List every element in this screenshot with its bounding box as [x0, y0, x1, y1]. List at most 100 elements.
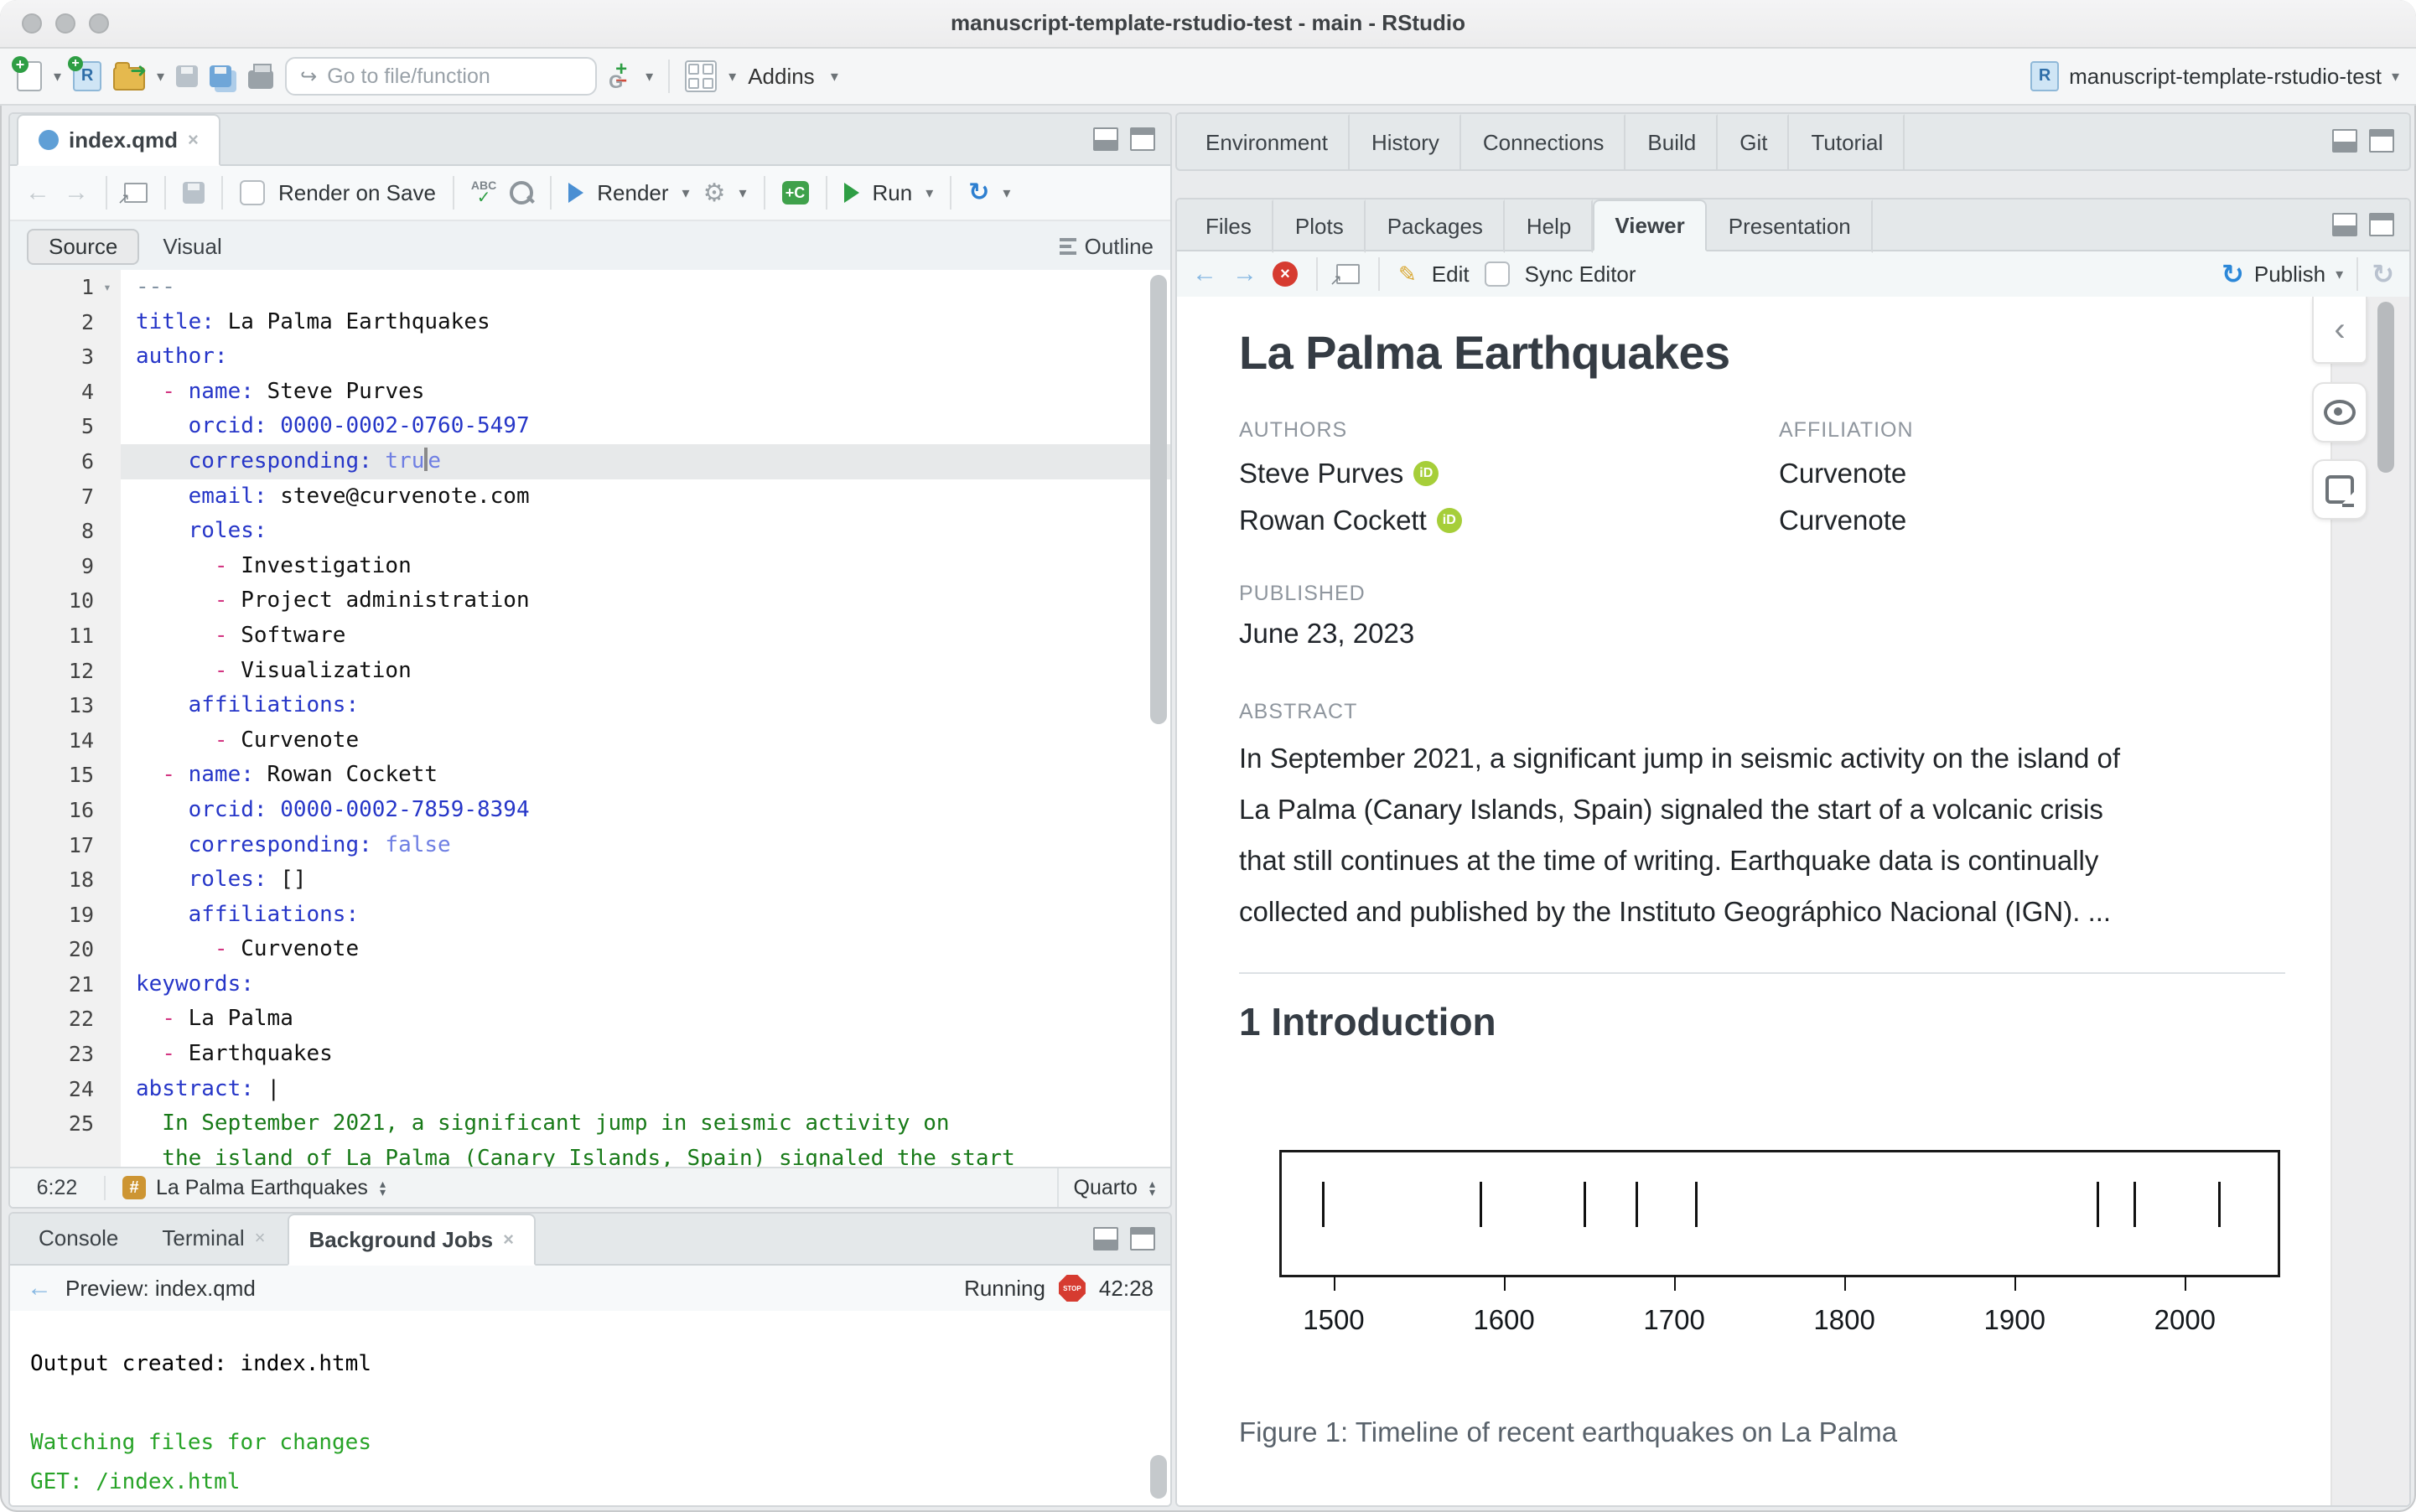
code-line[interactable]: 22 - La Palma: [10, 1002, 1170, 1038]
minimize-pane-icon[interactable]: [2332, 129, 2357, 153]
viewer-back-icon[interactable]: ←: [1192, 260, 1217, 288]
tab-tutorial[interactable]: Tutorial: [1789, 114, 1905, 169]
editor-save-icon[interactable]: [183, 182, 205, 204]
source-mode-button[interactable]: Source: [27, 228, 140, 265]
render-on-save-checkbox[interactable]: [240, 180, 265, 205]
code-line[interactable]: 20 - Curvenote: [10, 932, 1170, 967]
viewer-forward-icon[interactable]: →: [1232, 260, 1257, 288]
maximize-pane-icon[interactable]: [1130, 127, 1155, 151]
close-tab-icon[interactable]: ×: [503, 1229, 514, 1251]
code-line[interactable]: 14 - Curvenote: [10, 722, 1170, 759]
tab-packages[interactable]: Packages: [1366, 199, 1505, 253]
editor-scrollbar[interactable]: [1150, 275, 1167, 724]
run-caret-icon[interactable]: ▾: [925, 185, 933, 200]
save-icon[interactable]: [176, 65, 199, 87]
code-line[interactable]: 24 abstract: |: [10, 1071, 1170, 1107]
viewer-clear-icon[interactable]: ×: [1273, 261, 1298, 287]
tab-build[interactable]: Build: [1625, 114, 1719, 169]
code-line[interactable]: 4 - name: Steve Purves: [10, 374, 1170, 410]
tab-plots[interactable]: Plots: [1273, 199, 1366, 253]
code-line[interactable]: 19 affiliations:: [10, 897, 1170, 933]
stop-job-icon[interactable]: STOP: [1058, 1275, 1086, 1302]
minimize-pane-icon[interactable]: [1093, 127, 1118, 151]
tab-background-jobs[interactable]: Background Jobs ×: [287, 1214, 536, 1266]
sync-editor-checkbox[interactable]: [1484, 261, 1510, 287]
code-line[interactable]: 9 - Investigation: [10, 548, 1170, 584]
code-editor[interactable]: 1 ▾ --- 2 title: La Palma Earthquakes 3 author…: [10, 270, 1170, 1168]
print-icon[interactable]: [248, 64, 274, 89]
edit-button[interactable]: Edit: [1432, 261, 1470, 287]
minimize-pane-icon[interactable]: [2332, 213, 2357, 236]
close-tab-icon[interactable]: ×: [255, 1227, 266, 1249]
save-all-icon[interactable]: [210, 65, 232, 87]
gear-icon[interactable]: ⚙: [703, 179, 726, 208]
refresh-viewer-icon[interactable]: ↻: [2372, 258, 2394, 290]
source-refresh-caret-icon[interactable]: ▾: [1003, 185, 1010, 200]
code-line[interactable]: 23 - Earthquakes: [10, 1037, 1170, 1072]
tab-index-qmd[interactable]: index.qmd ×: [17, 114, 220, 166]
code-line[interactable]: 15 - name: Rowan Cockett: [10, 758, 1170, 793]
insert-chunk-icon[interactable]: +C: [781, 181, 809, 205]
code-line[interactable]: 5 orcid: 0000-0002-0760-5497: [10, 409, 1170, 444]
console-scrollbar[interactable]: [1150, 1455, 1167, 1499]
code-line[interactable]: 12 - Visualization: [10, 653, 1170, 689]
tab-git[interactable]: Git: [1718, 114, 1790, 169]
maximize-pane-icon[interactable]: [2369, 129, 2394, 153]
section-selector[interactable]: La Palma Earthquakes: [156, 1176, 368, 1200]
pane-layout-icon[interactable]: [685, 60, 718, 92]
close-tab-icon[interactable]: ×: [188, 129, 199, 151]
run-button[interactable]: Run: [873, 180, 913, 206]
tab-history[interactable]: History: [1350, 114, 1461, 169]
spellcheck-icon[interactable]: ABC ✓: [471, 179, 496, 206]
tab-files[interactable]: Files: [1184, 199, 1273, 253]
annotation-button[interactable]: [2312, 459, 2367, 520]
gear-caret-icon[interactable]: ▾: [739, 185, 746, 200]
code-line[interactable]: 8 roles:: [10, 514, 1170, 549]
code-line[interactable]: 3 author:: [10, 339, 1170, 375]
version-control-icon[interactable]: + − G: [609, 58, 634, 92]
code-line[interactable]: 25 In September 2021, a significant jump…: [10, 1106, 1170, 1142]
new-file-button[interactable]: +: [12, 56, 42, 91]
open-file-button[interactable]: ➜: [113, 60, 147, 91]
project-menu-button[interactable]: R manuscript-template-rstudio-test ▾: [2030, 61, 2399, 91]
render-caret-icon[interactable]: ▾: [682, 185, 690, 200]
nav-back-icon[interactable]: ←: [25, 179, 50, 207]
open-in-new-window-icon[interactable]: [117, 183, 148, 208]
code-line[interactable]: 13 affiliations:: [10, 688, 1170, 723]
source-refresh-icon[interactable]: ↻: [968, 180, 989, 205]
viewer-scroll-thumb[interactable]: [2377, 302, 2394, 473]
tab-environment[interactable]: Environment: [1184, 114, 1350, 169]
orcid-icon[interactable]: iD: [1413, 461, 1439, 486]
code-line[interactable]: the island of La Palma (Canary Islands, …: [10, 1141, 1170, 1168]
console-output[interactable]: Output created: index.html Watching file…: [10, 1311, 1170, 1505]
reader-view-button[interactable]: [2312, 382, 2367, 443]
version-control-caret-icon[interactable]: ▾: [645, 69, 653, 84]
filetype-selector[interactable]: Quarto ▴ ▾: [1056, 1168, 1170, 1207]
tab-terminal[interactable]: Terminal ×: [140, 1214, 287, 1264]
render-button[interactable]: Render: [597, 180, 668, 206]
code-line[interactable]: 16 orcid: 0000-0002-7859-8394: [10, 792, 1170, 828]
pane-layout-caret-icon[interactable]: ▾: [728, 69, 736, 84]
orcid-icon[interactable]: iD: [1436, 508, 1462, 533]
code-line[interactable]: 2 title: La Palma Earthquakes: [10, 304, 1170, 340]
maximize-pane-icon[interactable]: [1130, 1227, 1155, 1251]
fold-arrow-icon[interactable]: ▾: [94, 270, 121, 305]
open-file-caret-icon[interactable]: ▾: [157, 69, 164, 84]
goto-file-input[interactable]: ↪ Go to file/function: [285, 57, 598, 96]
nav-forward-icon[interactable]: →: [64, 179, 89, 207]
minimize-pane-icon[interactable]: [1093, 1227, 1118, 1251]
visual-mode-button[interactable]: Visual: [163, 234, 221, 260]
code-line[interactable]: 21 keywords:: [10, 966, 1170, 1002]
publish-caret-icon[interactable]: ▾: [2336, 267, 2343, 282]
viewer-popout-icon[interactable]: [1330, 264, 1360, 289]
new-project-button[interactable]: R +: [68, 56, 102, 91]
code-line[interactable]: 6 corresponding: tru e: [10, 443, 1170, 479]
tab-connections[interactable]: Connections: [1461, 114, 1626, 169]
code-line[interactable]: 7 email: steve@curvenote.com: [10, 479, 1170, 515]
addins-button[interactable]: Addins ▾: [748, 64, 838, 90]
tab-presentation[interactable]: Presentation: [1707, 199, 1873, 253]
code-line[interactable]: 18 roles: []: [10, 862, 1170, 898]
outline-toggle[interactable]: Outline: [1059, 234, 1154, 260]
job-back-icon[interactable]: ←: [27, 1274, 52, 1302]
tab-viewer[interactable]: Viewer: [1593, 199, 1707, 251]
